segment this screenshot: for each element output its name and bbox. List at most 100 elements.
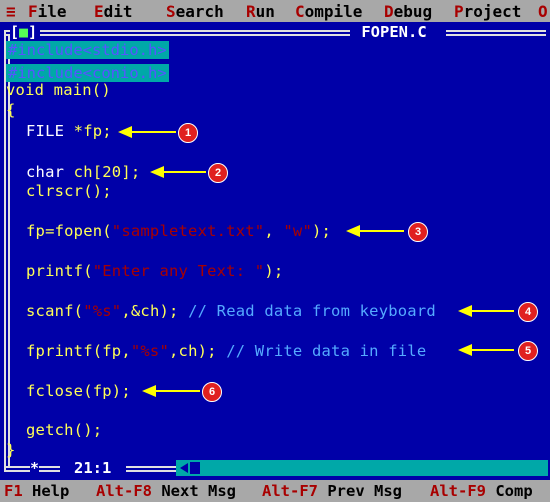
fkey-prev-msg-key: Alt-F7 — [262, 482, 318, 500]
code-fopen-comma: , — [264, 222, 284, 240]
arrow-left-icon — [458, 305, 514, 317]
menu-file-label: ile — [37, 2, 67, 21]
frame-top-line-3 — [446, 30, 546, 32]
window-close-box[interactable]: [■] — [10, 23, 37, 41]
frame-bottom-left — [4, 458, 6, 470]
menu-run-hotkey: R — [246, 2, 256, 21]
frame-top-line-4 — [446, 34, 546, 36]
annotation-badge-2: 2 — [208, 163, 228, 183]
arrow-left-icon — [118, 126, 176, 138]
menu-bar: ≡ File Edit Search Run Compile Debug Pro… — [0, 0, 550, 23]
annotation-badge-3: 3 — [408, 222, 428, 242]
annotation-badge-1: 1 — [178, 123, 198, 143]
code-printf-string: "Enter any Text: " — [92, 262, 265, 280]
fkey-prev-msg[interactable]: Alt-F7 Prev Msg — [262, 482, 402, 500]
annotation-badge-5: 5 — [518, 341, 538, 361]
code-fopen-call: fp=fopen( — [26, 222, 112, 240]
code-scanf-args: ,&ch); — [121, 302, 189, 320]
fkey-compile-label: Comp — [486, 482, 533, 500]
menu-compile-hotkey: C — [295, 2, 305, 21]
code-file-type: FILE — [26, 122, 74, 140]
code-printf-call: printf( — [26, 262, 93, 280]
code-open-brace: { — [6, 101, 16, 119]
menu-run-label: un — [255, 2, 275, 21]
fkey-help-key: F1 — [4, 482, 23, 500]
code-getch: getch(); — [26, 421, 103, 439]
menu-search[interactable]: Search — [166, 2, 224, 21]
menu-edit-label: dit — [103, 2, 133, 21]
fkey-help-label: Help — [22, 482, 70, 500]
code-include-stdio: #include<stdio.h> — [6, 41, 169, 59]
fkey-compile-key: Alt-F9 — [430, 482, 486, 500]
code-fprintf-format: "%s" — [130, 342, 169, 360]
menu-debug-label: ebug — [393, 2, 433, 21]
code-fopen-end: ); — [312, 222, 332, 240]
menu-search-hotkey: S — [166, 2, 176, 21]
modified-indicator: * — [30, 459, 40, 477]
window-title: FOPEN.C — [352, 23, 436, 41]
frame-bottom-left-2 — [8, 458, 10, 466]
arrow-left-icon — [150, 166, 206, 178]
menu-debug-hotkey: D — [384, 2, 394, 21]
code-fprintf-comment: // Write data in file — [226, 342, 427, 360]
menu-file[interactable]: File — [28, 2, 67, 21]
arrow-left-icon — [346, 225, 404, 237]
scrollbar-thumb[interactable] — [190, 462, 200, 474]
fkey-help[interactable]: F1 Help — [4, 482, 69, 500]
code-line-fopen: fp=fopen("sampletext.txt", "w"); — [26, 222, 331, 240]
function-key-bar: F1 Help Alt-F8 Next Msg Alt-F7 Prev Msg … — [0, 480, 550, 502]
menu-options-hotkey: O — [538, 2, 548, 21]
code-clrscr: clrscr(); — [26, 182, 112, 200]
arrow-left-icon — [458, 344, 514, 356]
menu-edit-hotkey: E — [94, 2, 104, 21]
code-fopen-mode: "w" — [283, 222, 312, 240]
frame-bottom-line-c — [126, 466, 176, 468]
code-fopen-filename: "sampletext.txt" — [111, 222, 265, 240]
code-line-printf: printf("Enter any Text: "); — [26, 262, 283, 280]
menu-project[interactable]: Project — [454, 2, 521, 21]
menu-search-label: earch — [175, 2, 224, 21]
code-char-type: char — [26, 163, 74, 181]
annotation-badge-6: 6 — [202, 382, 222, 402]
menu-edit[interactable]: Edit — [94, 2, 133, 21]
code-close-brace: } — [6, 441, 16, 459]
menu-compile[interactable]: Compile — [295, 2, 362, 21]
code-scanf-call: scanf( — [26, 302, 84, 320]
code-line-fprintf: fprintf(fp,"%s",ch); // Write data in fi… — [26, 342, 426, 360]
frame-bottom-line-d — [126, 470, 176, 472]
menu-run[interactable]: Run — [246, 2, 275, 21]
frame-top-line-1 — [40, 30, 350, 32]
menu-file-hotkey: F — [28, 2, 38, 21]
frame-left-border-2 — [8, 34, 10, 472]
code-line-file: FILE *fp; — [26, 122, 112, 140]
status-row: * 21:1 — [0, 458, 550, 480]
code-fprintf-call: fprintf(fp, — [26, 342, 131, 360]
fkey-compile[interactable]: Alt-F9 Comp — [430, 482, 533, 500]
menu-compile-label: ompile — [304, 2, 363, 21]
editor-window: [■] FOPEN.C #include<stdio.h> #include<c… — [0, 22, 550, 480]
code-file-rest: *fp; — [73, 122, 112, 140]
code-line-scanf: scanf("%s",&ch); // Read data from keybo… — [26, 302, 436, 320]
cursor-position: 21:1 — [74, 459, 112, 477]
menu-debug[interactable]: Debug — [384, 2, 432, 21]
horizontal-scrollbar[interactable] — [176, 460, 548, 476]
code-include-conio: #include<conio.h> — [6, 64, 169, 82]
system-menu-icon[interactable]: ≡ — [6, 2, 16, 21]
menu-project-label: roject — [463, 2, 522, 21]
annotation-badge-4: 4 — [518, 302, 538, 322]
code-fprintf-args: ,ch); — [169, 342, 227, 360]
scroll-left-arrow-icon[interactable] — [178, 462, 190, 474]
fkey-next-msg-label: Next Msg — [152, 482, 236, 500]
code-fclose: fclose(fp); — [26, 382, 131, 400]
menu-project-hotkey: P — [454, 2, 464, 21]
fkey-next-msg[interactable]: Alt-F8 Next Msg — [96, 482, 236, 500]
code-char-rest: ch[20]; — [73, 163, 141, 181]
code-line-char: char ch[20]; — [26, 163, 140, 181]
fkey-prev-msg-label: Prev Msg — [318, 482, 402, 500]
code-scanf-comment: // Read data from keyboard — [188, 302, 436, 320]
code-main: void main() — [6, 81, 111, 99]
code-printf-end: ); — [264, 262, 284, 280]
menu-options[interactable]: O — [538, 2, 548, 21]
arrow-left-icon — [142, 385, 200, 397]
frame-top-line-2 — [40, 34, 350, 36]
